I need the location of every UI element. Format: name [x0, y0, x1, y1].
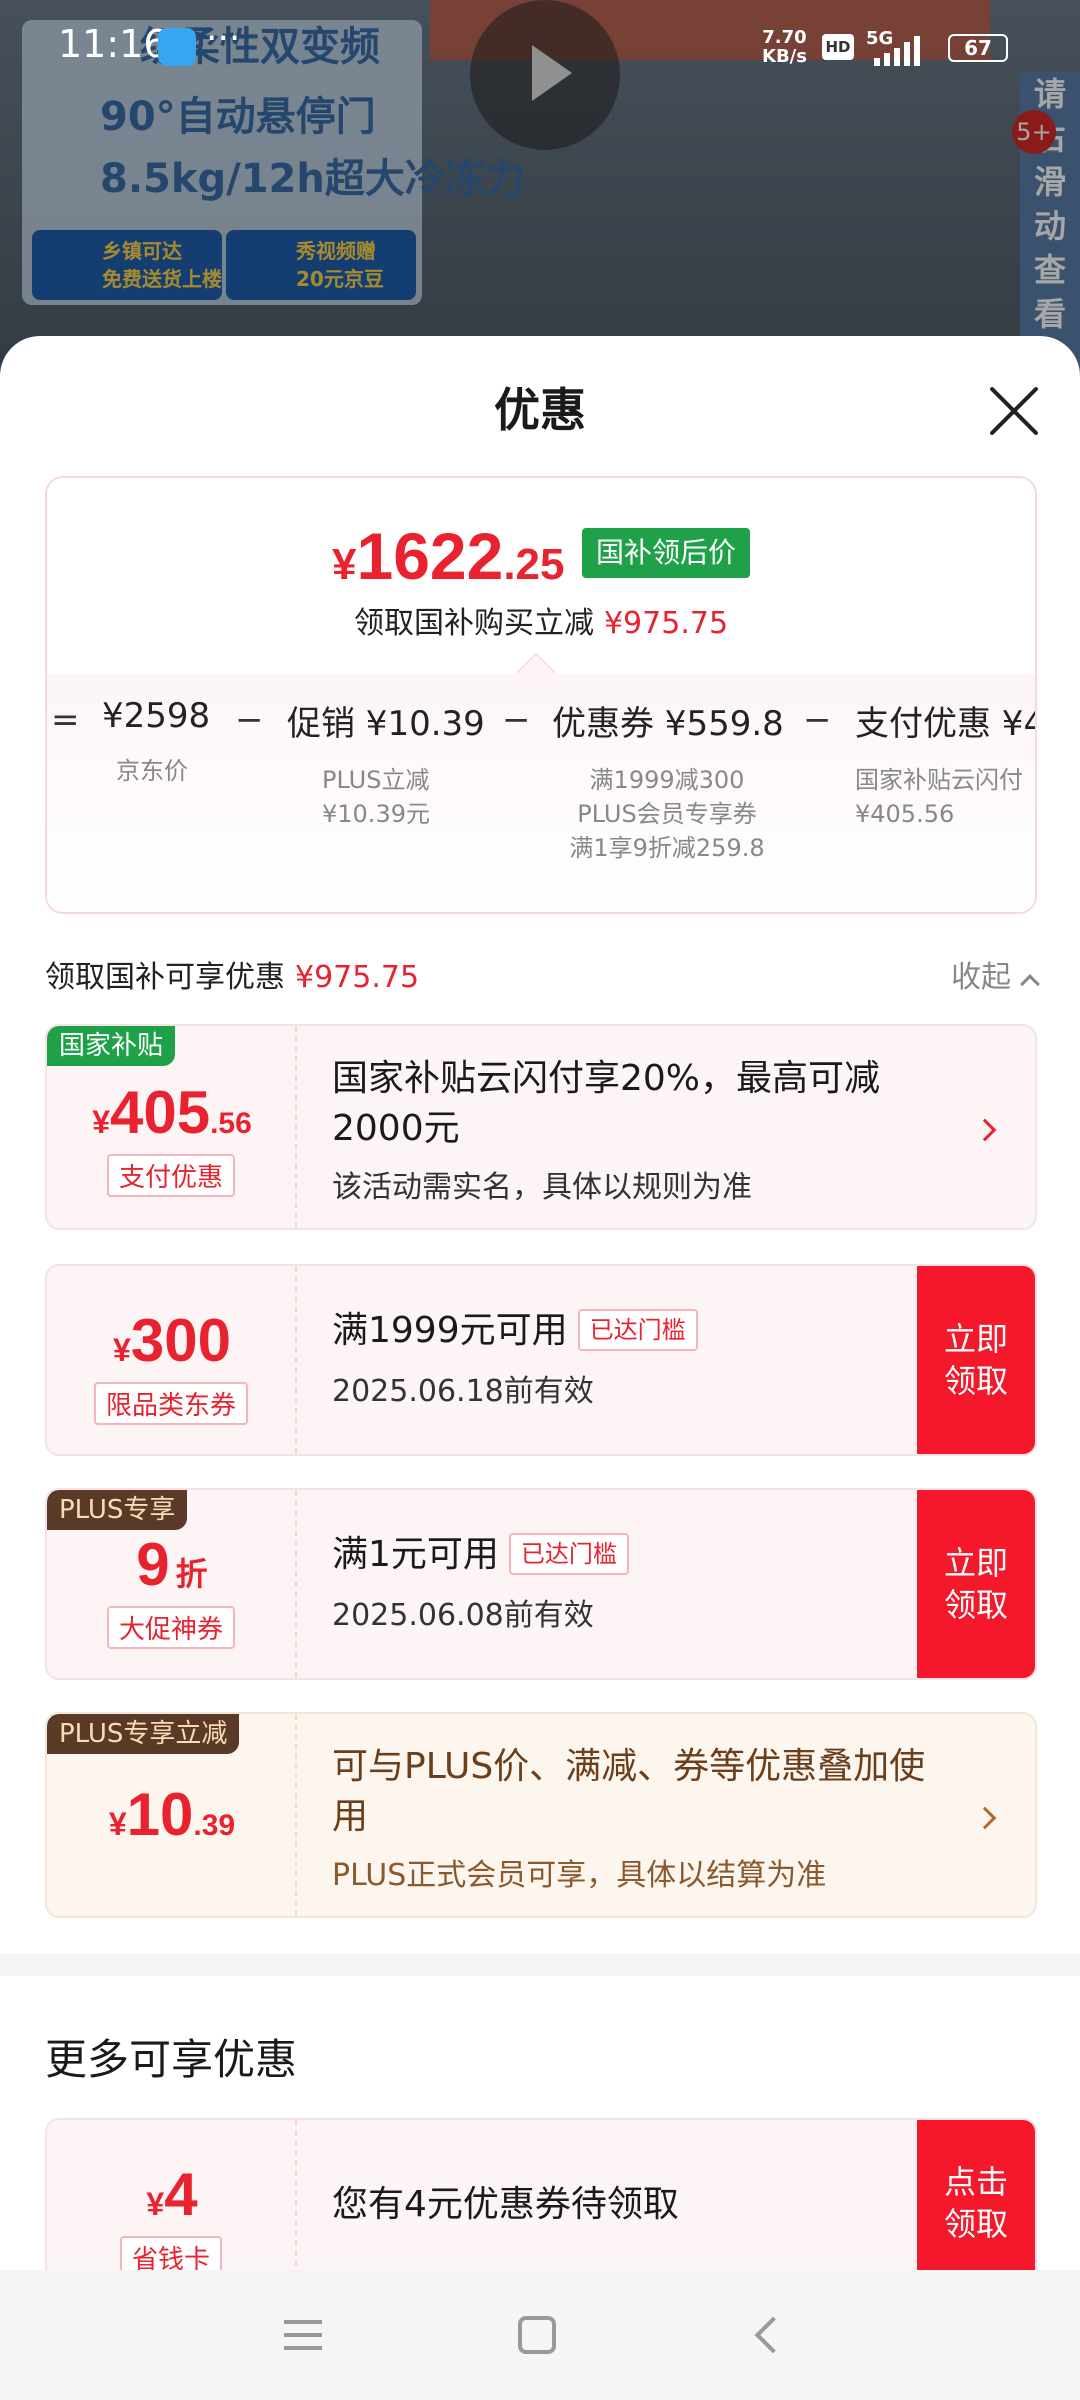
coupon-title: 满1999元可用 已达门槛: [332, 1306, 698, 1356]
claim-button[interactable]: 立即 领取: [917, 1266, 1035, 1454]
app-notification-icon: [158, 28, 196, 66]
claim-button[interactable]: 点击 领取: [917, 2120, 1035, 2286]
coupon-saving-card: ¥4 省钱卡 您有4元优惠券待领取 点击 领取: [45, 2118, 1037, 2288]
coupon-plus-reduction[interactable]: PLUS专享立减 ¥10.39 可与PLUS价、满减、券等优惠叠加使用 PLUS…: [45, 1712, 1037, 1918]
final-price: ¥1622.25: [332, 519, 565, 593]
coupon-amount: ¥300: [113, 1307, 231, 1374]
subsidy-label: 领取国补可享优惠: [45, 960, 285, 995]
coupon-plus-discount: PLUS专享 9折 大促神券 满1元可用 已达门槛 2025.06.08前有效 立…: [45, 1488, 1037, 1680]
operator: −: [502, 700, 531, 740]
coupon-amount: 9折: [136, 1531, 208, 1598]
system-nav-bar: [0, 2270, 1080, 2400]
price-summary: ¥1622.25 国补领后价 领取国补购买立减 ¥975.75 = ¥2598 京…: [45, 476, 1037, 914]
section-divider: [0, 1954, 1080, 1976]
close-icon[interactable]: [984, 382, 1044, 442]
subsidy-header: 领取国补可享优惠 ¥975.75 收起: [45, 948, 1040, 996]
coupon-expiry: 2025.06.08前有效: [332, 1598, 594, 1633]
operator: =: [51, 700, 80, 740]
coupon-amount: ¥10.39: [108, 1781, 236, 1848]
coupon-amount: ¥4: [146, 2161, 198, 2228]
coupon-type: 限品类东券: [93, 1382, 249, 1425]
menu-icon[interactable]: [284, 2320, 322, 2350]
discount-sheet: 优惠 ¥1622.25 国补领后价 领取国补购买立减 ¥975.75 = ¥259…: [0, 336, 1080, 2288]
coupon-expiry: 2025.06.18前有效: [332, 1374, 594, 1409]
chevron-right-icon[interactable]: [973, 1118, 997, 1142]
claim-button[interactable]: 立即 领取: [917, 1490, 1035, 1678]
more-notifications-icon: ···: [206, 18, 241, 59]
coupon-title: 您有4元优惠券待领取: [332, 2184, 679, 2225]
breakdown-promotion: 促销 ¥10.39 PLUS立减 ¥10.39元: [287, 704, 485, 828]
coupon-corner-tag: PLUS专享立减: [47, 1714, 240, 1754]
sheet-title: 优惠: [494, 383, 586, 437]
collapse-button[interactable]: 收起: [951, 952, 1040, 996]
coupon-title: 满1元可用 已达门槛: [332, 1530, 629, 1580]
coupon-desc: PLUS正式会员可享，具体以结算为准: [332, 1858, 827, 1893]
more-offers-title: 更多可享优惠: [45, 2035, 298, 2084]
price-breakdown: = ¥2598 京东价 − 促销 ¥10.39 PLUS立减 ¥10.39元 − …: [47, 674, 1035, 912]
subsidy-reduction: 领取国补购买立减 ¥975.75: [353, 606, 729, 641]
battery-icon: 67: [948, 34, 1008, 62]
coupon-national-subsidy[interactable]: 国家补贴 ¥405.56 支付优惠 国家补贴云闪付享20%，最高可减2000元 …: [45, 1024, 1037, 1230]
back-icon[interactable]: [754, 2316, 792, 2354]
coupon-title: 可与PLUS价、满减、券等优惠叠加使用: [332, 1746, 926, 1837]
threshold-reached-badge: 已达门槛: [508, 1533, 629, 1575]
subsidy-price-tag: 国补领后价: [582, 528, 751, 578]
coupon-corner-tag: 国家补贴: [47, 1026, 176, 1066]
chevron-right-icon[interactable]: [973, 1806, 997, 1830]
breakdown-jd-price: ¥2598 京东价: [102, 696, 211, 785]
threshold-reached-badge: 已达门槛: [577, 1309, 698, 1351]
signal-icon: [874, 36, 920, 66]
coupon-corner-tag: PLUS专享: [47, 1490, 188, 1530]
coupon-type: 支付优惠: [106, 1154, 236, 1197]
coupon-title: 国家补贴云闪付享20%，最高可减2000元: [332, 1058, 881, 1149]
hd-icon: HD: [822, 34, 854, 60]
coupon-desc: 该活动需实名，具体以规则为准: [332, 1170, 752, 1205]
coupon-amount: ¥405.56: [92, 1079, 252, 1146]
net-speed: 7.70 KB/s: [762, 27, 807, 67]
coupon-type: 大促神券: [106, 1606, 236, 1649]
status-bar: 11:16 ··· 7.70 KB/s HD 5G 67: [0, 0, 1080, 96]
breakdown-payment: 支付优惠 ¥405.56 国家补贴云闪付¥405.56: [855, 704, 1035, 828]
chevron-up-icon: [1020, 974, 1040, 994]
status-time: 11:16: [58, 22, 168, 66]
home-icon[interactable]: [518, 2316, 556, 2354]
operator: −: [235, 700, 264, 740]
operator: −: [803, 700, 832, 740]
coupon-300: ¥300 限品类东券 满1999元可用 已达门槛 2025.06.18前有效 立即…: [45, 1264, 1037, 1456]
breakdown-coupon: 优惠券 ¥559.8 满1999减300 PLUS会员专享券 满1享9折减259.8: [552, 704, 784, 862]
subsidy-amount: ¥975.75: [295, 960, 420, 995]
